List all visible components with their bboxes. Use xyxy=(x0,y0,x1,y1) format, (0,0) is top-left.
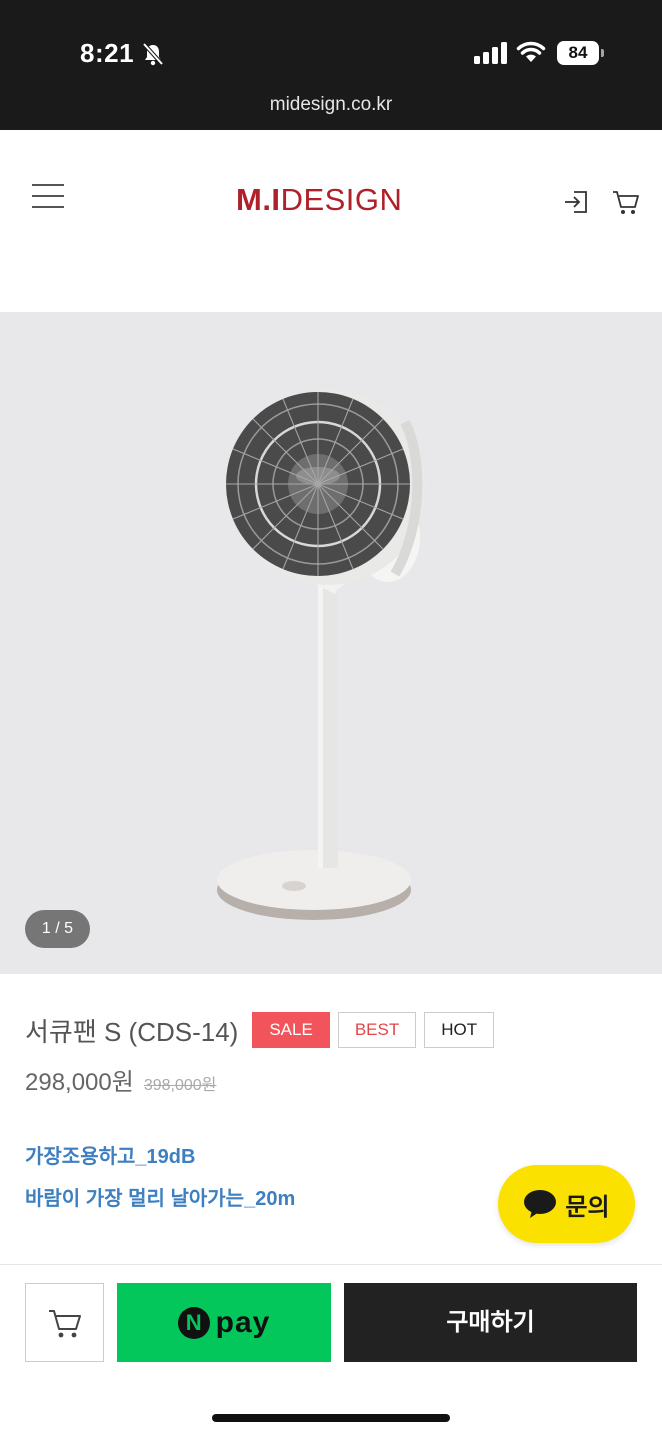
logo-suffix: DESIGN xyxy=(280,182,403,217)
battery-icon: 84 xyxy=(557,41,605,65)
status-bar: 8:21 84 midesign.co.kr xyxy=(0,0,662,130)
inquiry-chat-button[interactable]: 문의 xyxy=(498,1165,635,1243)
sale-badge: SALE xyxy=(252,1012,330,1048)
price-row: 298,000원 398,000원 xyxy=(25,1062,216,1097)
original-price: 398,000원 xyxy=(143,1077,217,1094)
product-title-row: 서큐팬 S (CDS-14) SALE BEST HOT xyxy=(25,1010,502,1050)
site-logo[interactable]: M.IDESIGN xyxy=(236,182,402,218)
sale-price: 298,000원 xyxy=(25,1069,134,1096)
naver-pay-mark: N xyxy=(177,1306,210,1339)
home-indicator[interactable] xyxy=(212,1414,450,1422)
feature-range: 바람이 가장 멀리 날아가는_20m xyxy=(25,1188,296,1210)
product-fan-image xyxy=(217,389,426,920)
cart-icon xyxy=(49,1310,81,1338)
inquiry-label: 문의 xyxy=(565,1193,610,1221)
best-badge: BEST xyxy=(337,1012,417,1048)
gallery-page-counter: 1 / 5 xyxy=(25,910,90,948)
naver-pay-button[interactable]: N pay xyxy=(117,1283,331,1362)
add-to-cart-button[interactable] xyxy=(25,1283,104,1362)
address-bar-url[interactable]: midesign.co.kr xyxy=(0,94,662,116)
battery-level: 84 xyxy=(557,41,599,65)
wifi-icon xyxy=(516,41,546,62)
hamburger-menu-icon[interactable] xyxy=(32,184,64,210)
site-header: M.IDESIGN xyxy=(0,130,662,312)
product-name: 서큐팬 S (CDS-14) xyxy=(25,1016,239,1047)
logo-prefix: M.I xyxy=(236,182,281,217)
naver-pay-label: pay xyxy=(215,1305,271,1339)
feature-quiet: 가장조용하고_19dB xyxy=(25,1146,196,1168)
login-icon[interactable] xyxy=(562,188,590,216)
cellular-signal-icon xyxy=(474,42,507,64)
hot-badge: HOT xyxy=(424,1012,495,1048)
cart-icon[interactable] xyxy=(612,190,640,216)
status-time: 8:21 xyxy=(80,38,135,68)
buy-now-button[interactable]: 구매하기 xyxy=(344,1283,637,1362)
product-image-gallery[interactable]: 1 / 5 xyxy=(0,312,662,974)
chat-bubble-icon xyxy=(524,1190,557,1218)
bell-muted-icon xyxy=(142,42,164,66)
